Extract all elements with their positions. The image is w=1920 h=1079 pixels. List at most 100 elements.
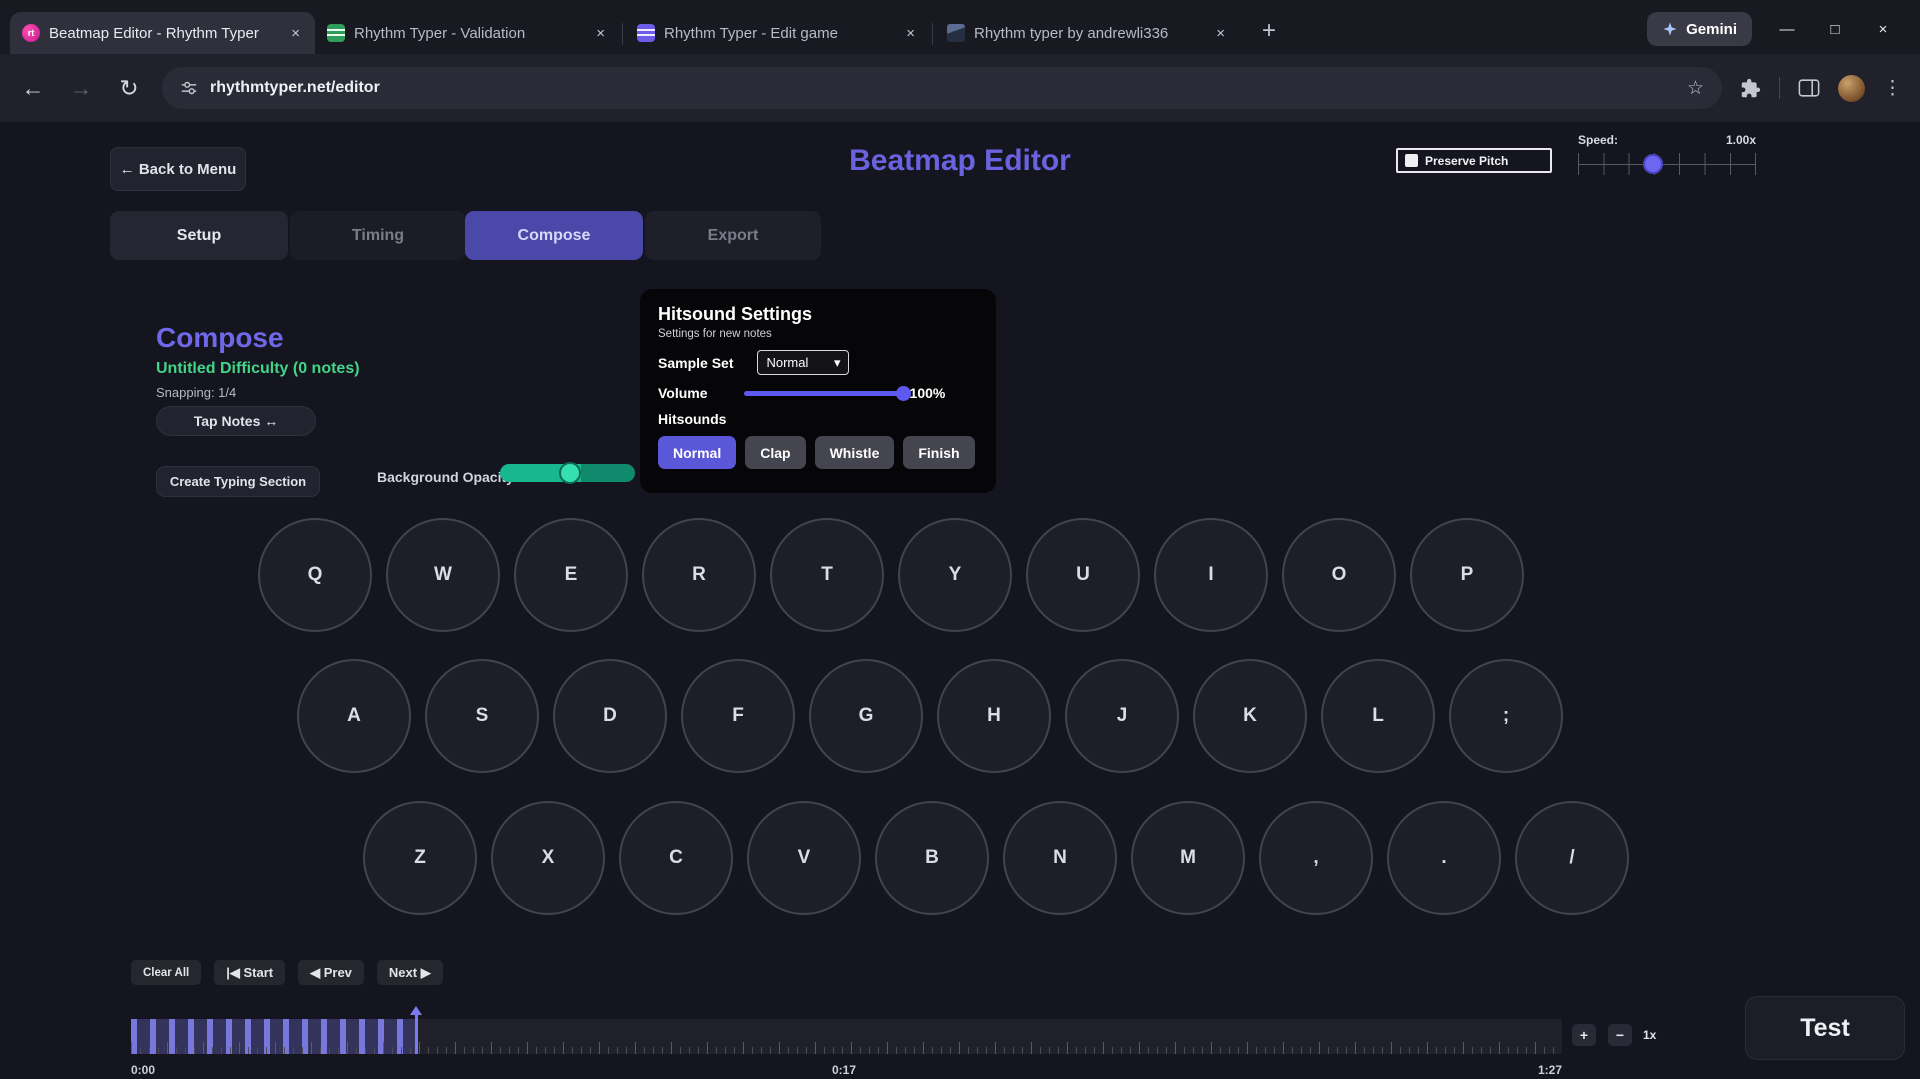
url-text[interactable]: rhythmtyper.net/editor	[210, 79, 1675, 97]
test-button[interactable]: Test	[1745, 996, 1905, 1060]
key-r[interactable]: R	[642, 518, 756, 632]
sample-set-select[interactable]: Normal ▾	[757, 350, 849, 375]
hitsounds-label: Hitsounds	[658, 411, 726, 427]
speed-slider-knob[interactable]	[1643, 154, 1663, 174]
key-x[interactable]: X	[491, 801, 605, 915]
key-i[interactable]: I	[1154, 518, 1268, 632]
key-d[interactable]: D	[553, 659, 667, 773]
key-comma[interactable]: ,	[1259, 801, 1373, 915]
hitsound-settings-panel: Hitsound Settings Settings for new notes…	[640, 289, 996, 493]
tab-timing[interactable]: Timing	[290, 211, 466, 260]
key-h[interactable]: H	[937, 659, 1051, 773]
extensions-icon[interactable]	[1740, 78, 1761, 99]
hitsound-normal-button[interactable]: Normal	[658, 436, 736, 469]
key-f[interactable]: F	[681, 659, 795, 773]
background-opacity-slider[interactable]	[500, 464, 635, 482]
preserve-pitch-checkbox[interactable]	[1405, 154, 1418, 167]
hitsound-finish-button[interactable]: Finish	[903, 436, 974, 469]
key-s[interactable]: S	[425, 659, 539, 773]
key-w[interactable]: W	[386, 518, 500, 632]
key-period[interactable]: .	[1387, 801, 1501, 915]
tab-close-icon[interactable]: ×	[288, 25, 303, 42]
volume-slider[interactable]	[744, 386, 904, 401]
key-y[interactable]: Y	[898, 518, 1012, 632]
overflow-menu-icon[interactable]: ⋮	[1883, 77, 1902, 100]
key-l[interactable]: L	[1321, 659, 1435, 773]
volume-slider-track	[744, 391, 904, 396]
side-panel-icon[interactable]	[1798, 78, 1820, 98]
key-c[interactable]: C	[619, 801, 733, 915]
key-g[interactable]: G	[809, 659, 923, 773]
bookmark-star-icon[interactable]: ☆	[1687, 77, 1704, 100]
timeline-zoom-in-button[interactable]: +	[1572, 1024, 1596, 1046]
key-semicolon[interactable]: ;	[1449, 659, 1563, 773]
timeline-zoom-out-button[interactable]: −	[1608, 1024, 1632, 1046]
speed-slider[interactable]	[1578, 153, 1756, 175]
tab-setup[interactable]: Setup	[110, 211, 288, 260]
reload-icon[interactable]: ↻	[114, 75, 144, 102]
key-b[interactable]: B	[875, 801, 989, 915]
address-bar[interactable]: rhythmtyper.net/editor ☆	[162, 67, 1722, 109]
minimize-button[interactable]: —	[1774, 21, 1800, 38]
clear-all-button[interactable]: Clear All	[131, 960, 201, 985]
prev-button[interactable]: ◀ Prev	[298, 960, 364, 985]
volume-label: Volume	[658, 385, 708, 401]
tab-edit-game[interactable]: Rhythm Typer - Edit game ×	[625, 12, 930, 54]
hitsound-whistle-button[interactable]: Whistle	[815, 436, 895, 469]
hitsound-panel-title: Hitsound Settings	[658, 304, 978, 325]
speed-value: 1.00x	[1726, 133, 1756, 147]
hitsound-clap-button[interactable]: Clap	[745, 436, 805, 469]
tab-close-icon[interactable]: ×	[593, 25, 608, 42]
tab-export[interactable]: Export	[645, 211, 821, 260]
time-label-start: 0:00	[131, 1063, 155, 1077]
tab-close-icon[interactable]: ×	[903, 25, 918, 42]
create-typing-section-button[interactable]: Create Typing Section	[156, 466, 320, 497]
timeline-zoom-level: 1x	[1643, 1028, 1656, 1042]
tab-separator	[932, 23, 933, 45]
tab-validation[interactable]: Rhythm Typer - Validation ×	[315, 12, 620, 54]
tap-notes-button[interactable]: Tap Notes ↔	[156, 406, 316, 436]
site-settings-icon[interactable]	[180, 79, 198, 97]
playhead-arrow-icon	[410, 1006, 422, 1015]
timeline-playhead[interactable]	[410, 1006, 423, 1054]
playhead-stem	[415, 1015, 418, 1054]
key-q[interactable]: Q	[258, 518, 372, 632]
gemini-button[interactable]: Gemini	[1647, 12, 1752, 46]
key-a[interactable]: A	[297, 659, 411, 773]
key-k[interactable]: K	[1193, 659, 1307, 773]
tab-strip-right: Gemini — □ ×	[1647, 12, 1910, 54]
timeline-major-ticks	[131, 1042, 1562, 1054]
tab-video[interactable]: Rhythm typer by andrewli336 ×	[935, 12, 1240, 54]
background-opacity-knob[interactable]	[559, 462, 581, 484]
profile-avatar[interactable]	[1838, 75, 1865, 102]
time-label-mid: 0:17	[822, 1063, 866, 1077]
close-button[interactable]: ×	[1870, 21, 1896, 38]
toolbar-divider	[1779, 77, 1780, 99]
key-o[interactable]: O	[1282, 518, 1396, 632]
start-button[interactable]: |◀ Start	[214, 960, 285, 985]
timeline[interactable]	[131, 1019, 1562, 1054]
tab-beatmap-editor[interactable]: rt Beatmap Editor - Rhythm Typer ×	[10, 12, 315, 54]
volume-slider-knob[interactable]	[896, 386, 911, 401]
key-n[interactable]: N	[1003, 801, 1117, 915]
rhythm-typer-favicon: rt	[22, 24, 40, 42]
key-p[interactable]: P	[1410, 518, 1524, 632]
maximize-button[interactable]: □	[1822, 21, 1848, 38]
key-m[interactable]: M	[1131, 801, 1245, 915]
key-u[interactable]: U	[1026, 518, 1140, 632]
key-t[interactable]: T	[770, 518, 884, 632]
tab-title: Rhythm typer by andrewli336	[974, 25, 1204, 42]
preserve-pitch-control[interactable]: Preserve Pitch	[1396, 148, 1552, 173]
new-tab-button[interactable]: +	[1254, 16, 1284, 46]
back-icon[interactable]: ←	[18, 75, 48, 102]
key-slash[interactable]: /	[1515, 801, 1629, 915]
forward-icon[interactable]: →	[66, 75, 96, 102]
tab-compose[interactable]: Compose	[465, 211, 643, 260]
key-j[interactable]: J	[1065, 659, 1179, 773]
next-button[interactable]: Next ▶	[377, 960, 443, 985]
tab-close-icon[interactable]: ×	[1213, 25, 1228, 42]
key-e[interactable]: E	[514, 518, 628, 632]
key-z[interactable]: Z	[363, 801, 477, 915]
gemini-label: Gemini	[1686, 21, 1737, 38]
key-v[interactable]: V	[747, 801, 861, 915]
